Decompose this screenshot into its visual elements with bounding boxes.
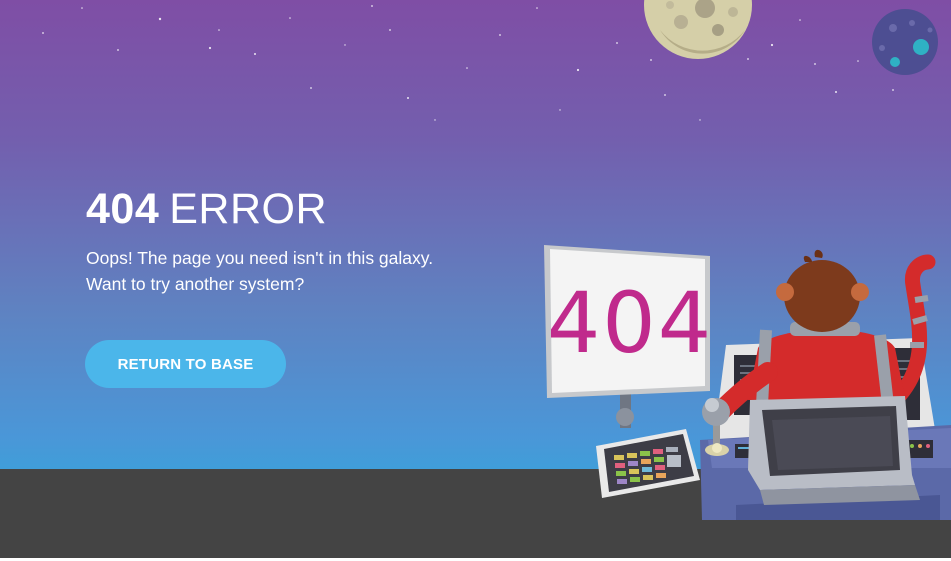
planet-icon xyxy=(872,9,938,75)
error-message-line-2: Want to try another system? xyxy=(86,274,305,294)
error-code: 404 xyxy=(86,185,160,233)
return-to-base-button[interactable]: RETURN TO BASE xyxy=(85,340,286,388)
pilot-chair xyxy=(748,396,920,505)
error-page-scene: 404 404 ERROR Oops! The page you need is… xyxy=(0,0,951,561)
keypad-panel xyxy=(596,429,700,498)
monitor-404-text: 404 xyxy=(547,274,713,372)
monitor: 404 xyxy=(544,245,713,398)
page-title: 404 ERROR xyxy=(86,185,327,233)
error-message: Oops! The page you need isn't in this ga… xyxy=(86,245,466,297)
error-message-line-1: Oops! The page you need isn't in this ga… xyxy=(86,248,434,268)
moon-icon xyxy=(644,0,752,59)
error-word: ERROR xyxy=(169,185,328,233)
